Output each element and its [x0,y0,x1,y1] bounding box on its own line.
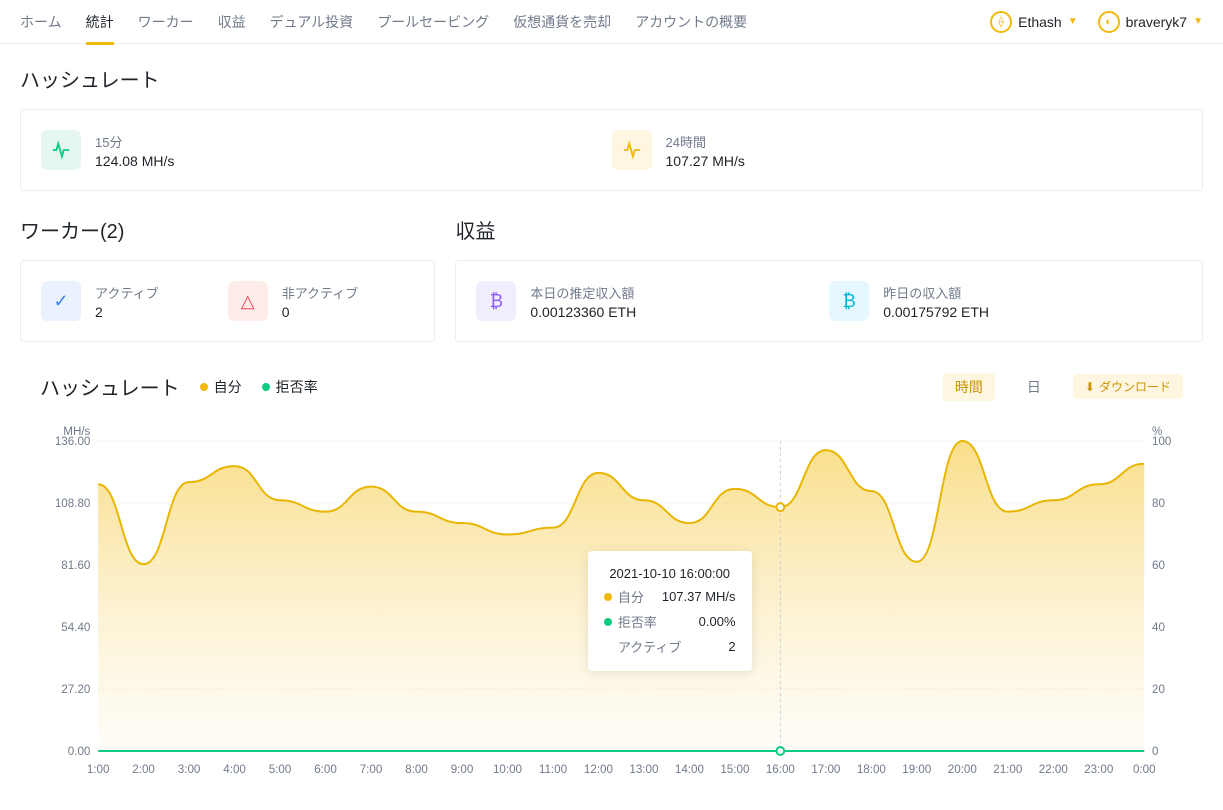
svg-text:22:00: 22:00 [1039,762,1068,776]
earnings-yesterday: ₿ 昨日の収入額 0.00175792 ETH [829,281,1182,321]
hashrate-24h-value: 107.27 MH/s [666,153,745,169]
svg-text:21:00: 21:00 [993,762,1022,776]
svg-text:4:00: 4:00 [223,762,246,776]
svg-text:%: % [1152,424,1163,438]
nav-sell[interactable]: 仮想通貨を売却 [513,0,611,44]
earnings-card: ₿ 本日の推定収入額 0.00123360 ETH ₿ 昨日の収入額 0.001… [455,260,1203,342]
algo-icon: ⟠ [990,11,1012,33]
workers-active: ✓ アクティブ 2 [41,281,228,321]
algo-label: Ethash [1018,14,1062,30]
svg-text:17:00: 17:00 [811,762,840,776]
warning-icon: △ [228,281,268,321]
nav-right: ⟠ Ethash ▼ ◐ braveryk7 ▼ [990,11,1203,33]
nav-earnings[interactable]: 収益 [218,0,246,44]
nav-home[interactable]: ホーム [20,0,62,44]
user-icon: ◐ [1098,11,1120,33]
chart-title: ハッシュレート [40,372,180,401]
svg-text:0.00: 0.00 [68,744,91,758]
svg-text:16:00: 16:00 [766,762,795,776]
toggle-day[interactable]: 日 [1015,373,1053,401]
chart-tooltip: 2021-10-10 16:00:00 自分107.37 MH/s 拒否率0.0… [588,551,752,671]
svg-text:11:00: 11:00 [539,762,568,776]
pulse-icon [41,130,81,170]
nav-stats[interactable]: 統計 [86,0,114,44]
svg-text:3:00: 3:00 [178,762,201,776]
svg-text:108.80: 108.80 [55,496,91,510]
svg-text:2:00: 2:00 [132,762,155,776]
tooltip-time: 2021-10-10 16:00:00 [609,566,730,581]
hashrate-15m: 15分 124.08 MH/s [41,130,612,170]
svg-text:18:00: 18:00 [857,762,886,776]
nav-workers[interactable]: ワーカー [138,0,194,44]
nav-account[interactable]: アカウントの概要 [635,0,747,44]
dot-icon [262,383,270,391]
top-nav: ホーム 統計 ワーカー 収益 デュアル投資 プールセービング 仮想通貨を売却 ア… [0,0,1223,44]
svg-text:80: 80 [1152,496,1165,510]
earnings-today-value: 0.00123360 ETH [530,304,636,320]
svg-text:5:00: 5:00 [269,762,292,776]
svg-text:7:00: 7:00 [360,762,383,776]
algo-dropdown[interactable]: ⟠ Ethash ▼ [990,11,1078,33]
workers-active-label: アクティブ [95,283,159,302]
bitcoin-icon: ₿ [476,281,516,321]
hashrate-15m-label: 15分 [95,132,174,151]
download-icon: ⬇ [1085,380,1095,394]
workers-card: ✓ アクティブ 2 △ 非アクティブ 0 [20,260,435,342]
hashrate-title: ハッシュレート [20,64,1203,93]
svg-text:6:00: 6:00 [314,762,337,776]
main-container: ハッシュレート 15分 124.08 MH/s 24時間 107.27 MH/s [0,44,1223,801]
svg-text:20: 20 [1152,682,1165,696]
hashrate-15m-value: 124.08 MH/s [95,153,174,169]
svg-text:1:00: 1:00 [87,762,110,776]
earnings-title: 収益 [455,215,1203,244]
hashrate-24h-label: 24時間 [666,132,745,151]
hashrate-card: 15分 124.08 MH/s 24時間 107.27 MH/s [20,109,1203,191]
svg-text:15:00: 15:00 [720,762,749,776]
svg-text:19:00: 19:00 [902,762,931,776]
workers-inactive-count: 0 [282,304,359,320]
hashrate-24h: 24時間 107.27 MH/s [612,130,1183,170]
download-button[interactable]: ⬇ ダウンロード [1073,374,1183,399]
chevron-down-icon: ▼ [1193,16,1203,27]
svg-text:9:00: 9:00 [451,762,474,776]
chevron-down-icon: ▼ [1068,16,1078,27]
nav-left: ホーム 統計 ワーカー 収益 デュアル投資 プールセービング 仮想通貨を売却 ア… [20,0,747,44]
svg-text:23:00: 23:00 [1084,762,1113,776]
workers-active-count: 2 [95,304,159,320]
pulse-icon [612,130,652,170]
earnings-yesterday-label: 昨日の収入額 [883,283,989,302]
svg-text:27.20: 27.20 [61,682,90,696]
legend-self[interactable]: 自分 [200,377,242,397]
svg-text:10:00: 10:00 [493,762,522,776]
svg-text:MH/s: MH/s [63,424,90,438]
user-dropdown[interactable]: ◐ braveryk7 ▼ [1098,11,1203,33]
earnings-yesterday-value: 0.00175792 ETH [883,304,989,320]
user-label: braveryk7 [1126,14,1187,30]
earnings-today: ₿ 本日の推定収入額 0.00123360 ETH [476,281,829,321]
earnings-today-label: 本日の推定収入額 [530,283,636,302]
svg-text:81.60: 81.60 [61,558,90,572]
svg-text:20:00: 20:00 [948,762,977,776]
dot-icon [200,383,208,391]
check-icon: ✓ [41,281,81,321]
chart-area[interactable]: 0.0027.2054.4081.60108.80136.00020406080… [20,421,1203,781]
workers-title: ワーカー(2) [20,215,435,244]
svg-text:40: 40 [1152,620,1165,634]
svg-text:12:00: 12:00 [584,762,613,776]
svg-text:8:00: 8:00 [405,762,428,776]
toggle-hour[interactable]: 時間 [943,373,995,401]
svg-text:13:00: 13:00 [629,762,658,776]
svg-text:14:00: 14:00 [675,762,704,776]
workers-inactive: △ 非アクティブ 0 [228,281,415,321]
workers-inactive-label: 非アクティブ [282,283,359,302]
svg-text:0: 0 [1152,744,1159,758]
bitcoin-icon: ₿ [829,281,869,321]
svg-text:54.40: 54.40 [61,620,90,634]
svg-text:0:00: 0:00 [1133,762,1156,776]
nav-dual[interactable]: デュアル投資 [270,0,354,44]
svg-text:60: 60 [1152,558,1165,572]
nav-pool[interactable]: プールセービング [377,0,489,44]
chart-section: ハッシュレート 自分 拒否率 時間 日 ⬇ ダウンロード 0.00 27.20 54… [20,372,1203,781]
legend-reject[interactable]: 拒否率 [262,377,318,397]
